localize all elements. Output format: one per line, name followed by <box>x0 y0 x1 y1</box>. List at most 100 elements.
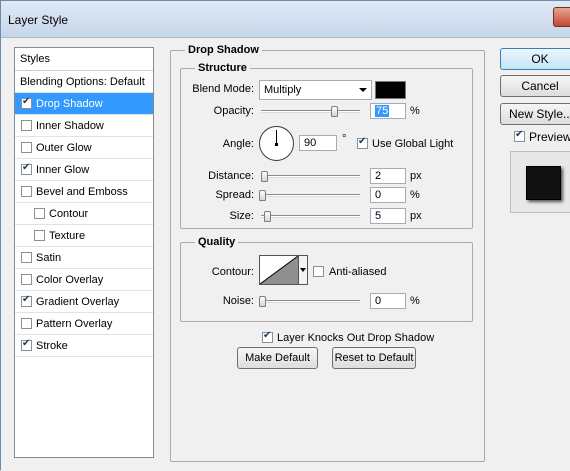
quality-group: Quality Contour: Anti-aliased Noise: 0 % <box>180 236 473 322</box>
opacity-slider[interactable] <box>261 106 360 117</box>
dialog-body: Styles Blending Options: Default Drop Sha… <box>1 38 570 471</box>
size-slider[interactable] <box>261 211 360 222</box>
style-item-inner-glow[interactable]: Inner Glow <box>15 159 153 181</box>
angle-dial[interactable] <box>259 126 294 161</box>
layer-style-dialog: Layer Style Styles Blending Options: Def… <box>0 0 570 471</box>
style-item-pattern-overlay[interactable]: Pattern Overlay <box>15 313 153 335</box>
style-item-label: Outer Glow <box>36 142 92 154</box>
styles-list: Styles Blending Options: Default Drop Sha… <box>14 47 154 458</box>
angle-dial-needle <box>276 130 277 144</box>
distance-slider-thumb[interactable] <box>261 171 268 182</box>
angle-input[interactable]: 90 <box>299 135 337 151</box>
use-global-light-checkbox[interactable] <box>357 136 368 149</box>
style-item-checkbox[interactable] <box>21 186 32 197</box>
blend-mode-select[interactable]: Multiply <box>259 80 372 100</box>
style-item-label: Inner Glow <box>36 164 90 176</box>
noise-unit: % <box>410 295 420 307</box>
drop-shadow-group: Drop Shadow Structure Blend Mode: Multip… <box>170 44 485 462</box>
noise-slider-thumb[interactable] <box>259 296 266 307</box>
angle-dial-center <box>275 143 278 146</box>
anti-aliased-checkbox[interactable] <box>313 266 324 277</box>
style-item-inner-shadow[interactable]: Inner Shadow <box>15 115 153 137</box>
style-item-blending-options-default[interactable]: Blending Options: Default <box>15 71 153 93</box>
style-item-checkbox[interactable] <box>21 142 32 153</box>
size-unit: px <box>410 210 422 222</box>
spread-input[interactable]: 0 <box>370 187 406 203</box>
style-item-label: Stroke <box>36 340 68 352</box>
contour-curve-icon <box>259 255 299 285</box>
style-item-label: Gradient Overlay <box>36 296 120 308</box>
style-item-color-overlay[interactable]: Color Overlay <box>15 269 153 291</box>
preview-checkbox[interactable] <box>514 129 525 142</box>
distance-input[interactable]: 2 <box>370 168 406 184</box>
style-item-checkbox[interactable] <box>21 252 32 263</box>
style-item-satin[interactable]: Satin <box>15 247 153 269</box>
style-item-checkbox[interactable] <box>21 162 32 175</box>
spread-unit: % <box>410 189 420 201</box>
preview-label[interactable]: Preview <box>529 130 570 144</box>
reset-to-default-button[interactable]: Reset to Default <box>332 347 416 369</box>
style-item-label: Inner Shadow <box>36 120 104 132</box>
anti-aliased-label[interactable]: Anti-aliased <box>329 266 386 278</box>
angle-unit: ° <box>342 133 347 145</box>
style-item-gradient-overlay[interactable]: Gradient Overlay <box>15 291 153 313</box>
style-item-label: Color Overlay <box>36 274 104 286</box>
new-style-button[interactable]: New Style... <box>500 103 570 125</box>
size-slider-thumb[interactable] <box>264 211 271 222</box>
opacity-label: Opacity: <box>213 105 254 117</box>
style-item-label: Drop Shadow <box>36 98 103 110</box>
style-item-checkbox[interactable] <box>21 274 32 285</box>
structure-heading: Structure <box>195 62 250 74</box>
spread-slider[interactable] <box>259 190 360 201</box>
size-value: 5 <box>375 210 382 222</box>
cancel-button[interactable]: Cancel <box>500 75 570 97</box>
window-title: Layer Style <box>8 13 69 27</box>
contour-dropdown-button[interactable] <box>299 255 308 285</box>
styles-header[interactable]: Styles <box>15 48 153 71</box>
style-item-checkbox[interactable] <box>21 294 32 307</box>
style-item-checkbox[interactable] <box>34 230 45 241</box>
style-item-checkbox[interactable] <box>21 120 32 131</box>
opacity-value: 75 <box>375 105 390 117</box>
style-item-contour[interactable]: Contour <box>15 203 153 225</box>
spread-label: Spread: <box>215 189 254 201</box>
style-item-stroke[interactable]: Stroke <box>15 335 153 357</box>
style-item-label: Bevel and Emboss <box>36 186 128 198</box>
drop-shadow-heading: Drop Shadow <box>185 44 262 56</box>
spread-value: 0 <box>375 189 382 201</box>
distance-value: 2 <box>375 170 382 182</box>
knocks-out-label[interactable]: Layer Knocks Out Drop Shadow <box>277 332 434 344</box>
size-label: Size: <box>229 210 254 222</box>
noise-slider[interactable] <box>259 296 360 307</box>
style-item-label: Pattern Overlay <box>36 318 113 330</box>
style-item-bevel-and-emboss[interactable]: Bevel and Emboss <box>15 181 153 203</box>
style-item-drop-shadow[interactable]: Drop Shadow <box>15 93 153 115</box>
use-global-light-label[interactable]: Use Global Light <box>372 138 453 150</box>
quality-heading: Quality <box>195 236 239 248</box>
angle-label: Angle: <box>222 138 254 150</box>
spread-slider-thumb[interactable] <box>259 190 266 201</box>
style-item-checkbox[interactable] <box>21 338 32 351</box>
opacity-slider-thumb[interactable] <box>331 106 339 117</box>
distance-slider[interactable] <box>261 171 360 182</box>
distance-unit: px <box>410 170 422 182</box>
size-input[interactable]: 5 <box>370 208 406 224</box>
close-button[interactable] <box>553 7 570 27</box>
chevron-down-icon <box>359 88 367 92</box>
opacity-input[interactable]: 75 <box>370 103 406 119</box>
blend-mode-label: Blend Mode: <box>192 83 254 95</box>
style-item-checkbox[interactable] <box>21 318 32 329</box>
style-item-outer-glow[interactable]: Outer Glow <box>15 137 153 159</box>
make-default-button[interactable]: Make Default <box>237 347 318 369</box>
contour-picker[interactable] <box>259 255 299 285</box>
knocks-out-checkbox[interactable] <box>262 330 273 343</box>
ok-button[interactable]: OK <box>500 48 570 70</box>
angle-value: 90 <box>304 137 317 149</box>
style-item-checkbox[interactable] <box>21 96 32 109</box>
shadow-color-swatch[interactable] <box>375 81 406 99</box>
style-item-checkbox[interactable] <box>34 208 45 219</box>
style-item-label: Texture <box>49 230 86 242</box>
noise-input[interactable]: 0 <box>370 293 406 309</box>
style-item-texture[interactable]: Texture <box>15 225 153 247</box>
distance-label: Distance: <box>208 170 254 182</box>
